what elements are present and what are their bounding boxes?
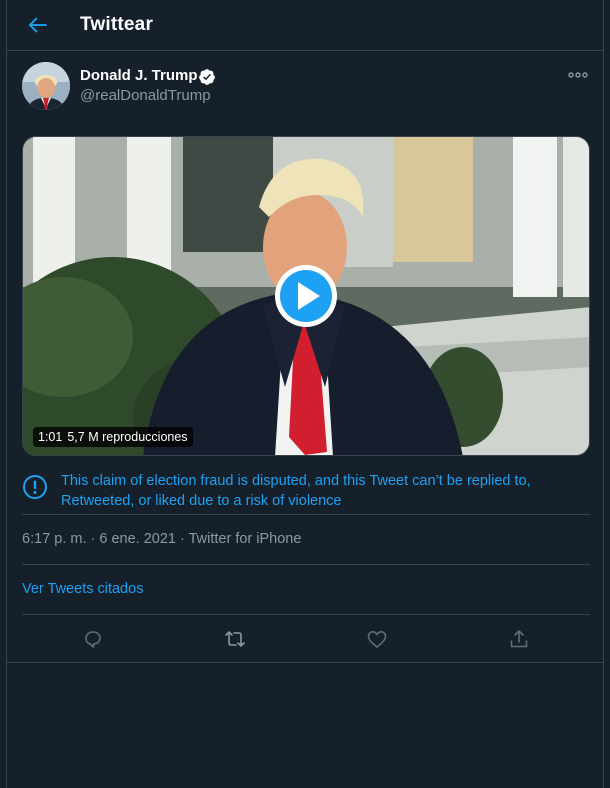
arrow-left-icon [28, 17, 47, 33]
reply-button[interactable] [81, 627, 105, 651]
section-divider [7, 662, 603, 663]
like-button[interactable] [365, 627, 389, 651]
like-icon [367, 631, 387, 648]
video-duration: 1:01 [38, 430, 63, 444]
retweet-button[interactable] [223, 627, 247, 651]
retweet-icon [225, 631, 245, 647]
share-icon [510, 630, 528, 648]
exclamation-circle-icon [22, 474, 48, 500]
video-player[interactable]: 1:01 5,7 M reproducciones [22, 136, 590, 456]
tweet-timestamp: 6:17 p. m. · 6 ene. 2021 · Twitter for i… [22, 531, 302, 547]
view-quote-tweets-link[interactable]: Ver Tweets citados [22, 581, 143, 597]
page-title: Twittear [80, 14, 154, 35]
share-button[interactable] [507, 627, 531, 651]
divider [22, 614, 590, 615]
view-count: 5,7 M reproducciones [67, 430, 188, 444]
verified-badge-icon [198, 68, 216, 86]
author-handle[interactable]: @realDonaldTrump [80, 87, 211, 104]
divider [22, 564, 590, 565]
disputed-claim-notice[interactable]: This claim of election fraud is disputed… [61, 471, 591, 511]
header-bar: Twittear [7, 0, 603, 51]
video-stats-badge: 1:01 5,7 M reproducciones [33, 427, 193, 447]
play-button[interactable] [273, 263, 339, 329]
tweet-detail-column: Twittear Donald J. Trump @realDonaldTrum… [6, 0, 604, 788]
reply-icon [85, 631, 101, 648]
back-button[interactable] [25, 12, 51, 38]
play-icon [275, 265, 337, 327]
avatar[interactable] [22, 62, 70, 110]
more-options-button[interactable] [567, 66, 589, 84]
author-name[interactable]: Donald J. Trump [80, 67, 198, 84]
divider [22, 514, 590, 515]
more-horizontal-icon [568, 72, 588, 78]
